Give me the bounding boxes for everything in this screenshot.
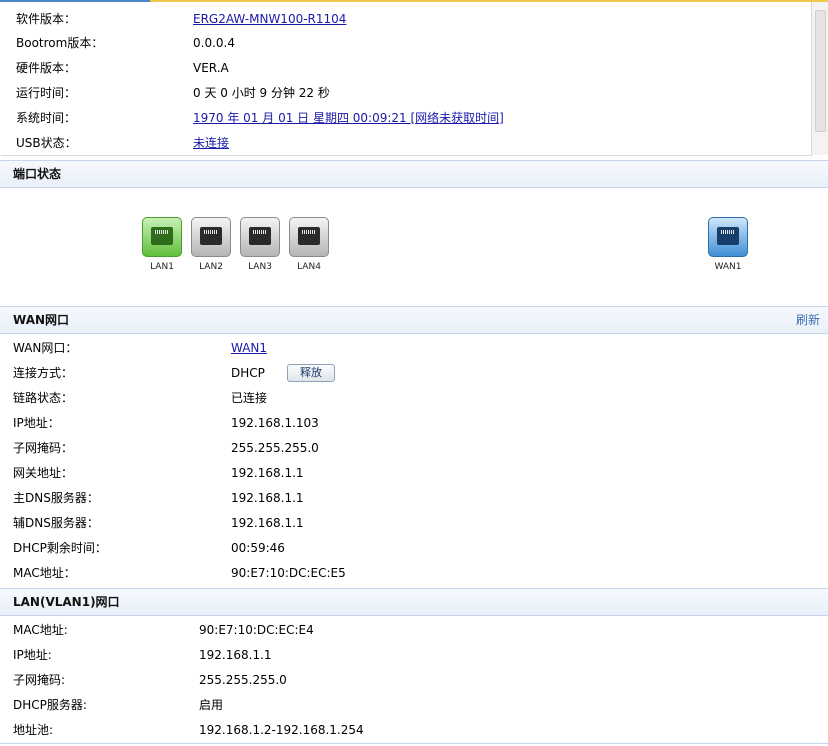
wan-label: 主DNS服务器： bbox=[13, 491, 99, 505]
section-title: LAN(VLAN1)网口 bbox=[13, 595, 120, 609]
wan-row-mask: 子网掩码： 255.255.255.0 bbox=[13, 436, 813, 461]
wan-row-gateway: 网关地址： 192.168.1.1 bbox=[13, 461, 813, 486]
sys-label: USB状态： bbox=[16, 136, 77, 150]
vertical-scrollbar[interactable] bbox=[812, 2, 828, 155]
wan-row-link-status: 链路状态： 已连接 bbox=[13, 386, 813, 411]
scrollbar-thumb[interactable] bbox=[815, 10, 826, 132]
ethernet-port-icon bbox=[708, 217, 748, 257]
sys-label: 系统时间： bbox=[16, 111, 77, 125]
sys-value: 0 天 0 小时 9 分钟 22 秒 bbox=[193, 86, 330, 100]
usb-status-link[interactable]: 未连接 bbox=[193, 131, 229, 155]
wan-label: 连接方式： bbox=[13, 366, 74, 380]
lan-row-mac: MAC地址: 90:E7:10:DC:EC:E4 bbox=[13, 618, 813, 643]
port-lan3[interactable]: LAN3 bbox=[238, 217, 282, 272]
refresh-link[interactable]: 刷新 bbox=[796, 307, 820, 334]
port-wan1[interactable]: WAN1 bbox=[706, 217, 750, 272]
system-info-panel: 软件版本： ERG2AW-MNW100-R1104 Bootrom版本： 0.0… bbox=[1, 2, 812, 156]
lan-label: MAC地址: bbox=[13, 623, 68, 637]
sys-label: Bootrom版本： bbox=[16, 36, 104, 50]
lan-value: 90:E7:10:DC:EC:E4 bbox=[199, 623, 314, 637]
sys-row-system-time: 系统时间： 1970 年 01 月 01 日 星期四 00:09:21 [网络未… bbox=[16, 106, 806, 131]
sys-row-uptime: 运行时间： 0 天 0 小时 9 分钟 22 秒 bbox=[16, 81, 806, 106]
port-lan1[interactable]: LAN1 bbox=[140, 217, 184, 272]
software-version-link[interactable]: ERG2AW-MNW100-R1104 bbox=[193, 7, 346, 32]
wan-row-dns1: 主DNS服务器： 192.168.1.1 bbox=[13, 486, 813, 511]
port-label: LAN1 bbox=[150, 262, 174, 272]
sys-value: 0.0.0.4 bbox=[193, 36, 235, 50]
ethernet-port-icon bbox=[240, 217, 280, 257]
section-divider bbox=[0, 743, 828, 744]
lan-row-mask: 子网掩码: 255.255.255.0 bbox=[13, 668, 813, 693]
lan-label: 地址池: bbox=[13, 723, 54, 737]
sys-label: 运行时间： bbox=[16, 86, 77, 100]
release-button[interactable]: 释放 bbox=[287, 364, 335, 382]
wan-label: WAN网口： bbox=[13, 341, 78, 355]
wan-value: 192.168.1.1 bbox=[231, 516, 304, 530]
wan-port-link[interactable]: WAN1 bbox=[231, 336, 267, 361]
port-lan2[interactable]: LAN2 bbox=[189, 217, 233, 272]
ethernet-port-icon bbox=[191, 217, 231, 257]
section-title: 端口状态 bbox=[13, 167, 62, 181]
lan-header: LAN(VLAN1)网口 bbox=[0, 588, 828, 616]
lan-value: 192.168.1.2-192.168.1.254 bbox=[199, 723, 364, 737]
port-label: LAN3 bbox=[248, 262, 272, 272]
wan-row-dhcp-remaining: DHCP剩余时间： 00:59:46 bbox=[13, 536, 813, 561]
port-status-header: 端口状态 bbox=[0, 160, 828, 188]
port-label: WAN1 bbox=[714, 262, 742, 272]
lan-label: IP地址: bbox=[13, 648, 52, 662]
system-time-link[interactable]: 1970 年 01 月 01 日 星期四 00:09:21 [网络未获取时间] bbox=[193, 106, 504, 131]
wan-value: DHCP bbox=[231, 366, 265, 380]
ethernet-port-icon bbox=[142, 217, 182, 257]
wan-row-conn-type: 连接方式： DHCP bbox=[13, 361, 813, 386]
wan-value: 已连接 bbox=[231, 391, 268, 405]
wan-row-dns2: 辅DNS服务器： 192.168.1.1 bbox=[13, 511, 813, 536]
port-label: LAN2 bbox=[199, 262, 223, 272]
wan-label: 辅DNS服务器： bbox=[13, 516, 99, 530]
wan-row-port: WAN网口： WAN1 bbox=[13, 336, 813, 361]
lan-label: 子网掩码: bbox=[13, 673, 66, 687]
sys-label: 硬件版本： bbox=[16, 61, 77, 75]
wan-label: 网关地址： bbox=[13, 466, 74, 480]
wan-value: 192.168.1.103 bbox=[231, 416, 319, 430]
wan-label: IP地址： bbox=[13, 416, 60, 430]
wan-value: 255.255.255.0 bbox=[231, 441, 319, 455]
wan-row-mac: MAC地址： 90:E7:10:DC:EC:E5 bbox=[13, 561, 813, 586]
ethernet-port-icon bbox=[289, 217, 329, 257]
lan-row-ip: IP地址: 192.168.1.1 bbox=[13, 643, 813, 668]
wan-header: WAN网口 刷新 bbox=[0, 306, 828, 334]
lan-row-dhcp-server: DHCP服务器: 启用 bbox=[13, 693, 813, 718]
wan-label: DHCP剩余时间： bbox=[13, 541, 107, 555]
sys-row-usb: USB状态： 未连接 bbox=[16, 131, 806, 155]
port-label: LAN4 bbox=[297, 262, 321, 272]
wan-value: 192.168.1.1 bbox=[231, 466, 304, 480]
sys-label: 软件版本： bbox=[16, 12, 77, 26]
lan-value: 192.168.1.1 bbox=[199, 648, 272, 662]
sys-row-hardware: 硬件版本： VER.A bbox=[16, 56, 806, 81]
wan-value: 00:59:46 bbox=[231, 541, 285, 555]
lan-value: 启用 bbox=[199, 698, 224, 712]
sys-value: VER.A bbox=[193, 61, 229, 75]
lan-value: 255.255.255.0 bbox=[199, 673, 287, 687]
wan-label: 子网掩码： bbox=[13, 441, 74, 455]
wan-value: 192.168.1.1 bbox=[231, 491, 304, 505]
lan-row-pool: 地址池: 192.168.1.2-192.168.1.254 bbox=[13, 718, 813, 743]
wan-label: 链路状态： bbox=[13, 391, 74, 405]
wan-value: 90:E7:10:DC:EC:E5 bbox=[231, 566, 346, 580]
wan-label: MAC地址： bbox=[13, 566, 76, 580]
sys-row-software-version: 软件版本： ERG2AW-MNW100-R1104 bbox=[16, 7, 806, 32]
wan-row-ip: IP地址： 192.168.1.103 bbox=[13, 411, 813, 436]
port-lan4[interactable]: LAN4 bbox=[287, 217, 331, 272]
sys-row-bootrom: Bootrom版本： 0.0.0.4 bbox=[16, 31, 806, 56]
lan-label: DHCP服务器: bbox=[13, 698, 87, 712]
section-title: WAN网口 bbox=[13, 313, 70, 327]
